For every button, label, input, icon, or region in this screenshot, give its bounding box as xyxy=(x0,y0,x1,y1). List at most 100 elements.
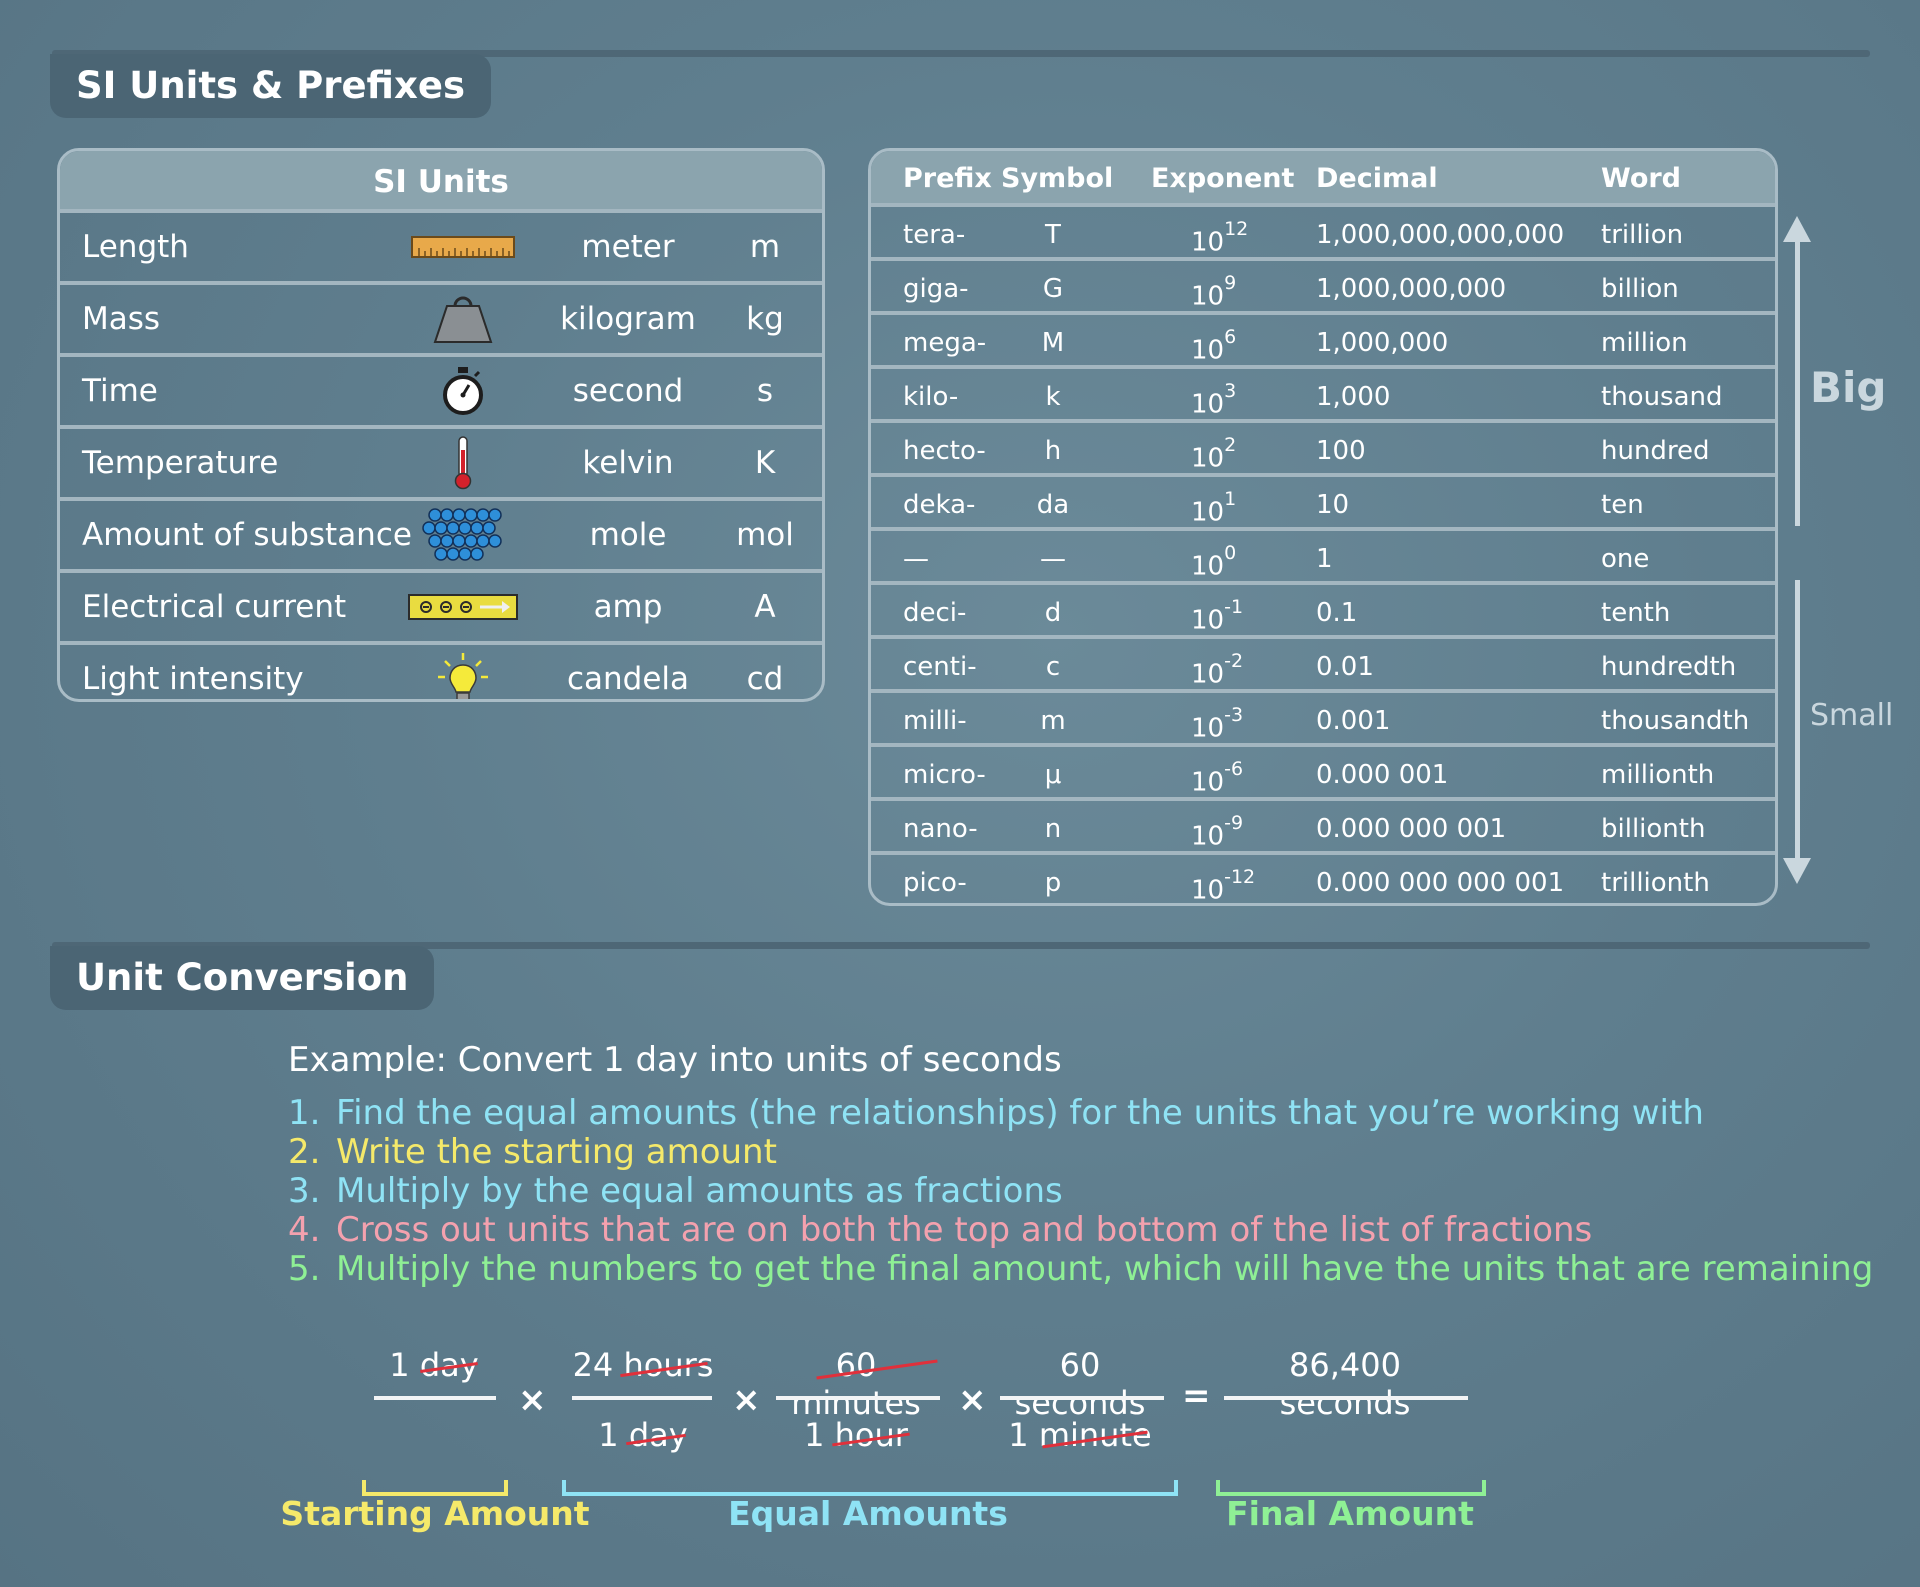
scale-line-up xyxy=(1795,240,1800,526)
quantity-name: Electrical current xyxy=(82,589,347,625)
prefix-word: million xyxy=(1601,328,1688,358)
unit-name: kilogram xyxy=(560,301,696,337)
prefix-word: trillion xyxy=(1601,220,1684,250)
table-row: — —100 1 one xyxy=(871,527,1775,582)
times-sign: × xyxy=(732,1380,761,1420)
scale-line-down xyxy=(1795,580,1800,862)
list-item: 4. Cross out units that are on both the t… xyxy=(288,1210,1593,1250)
prefix-table: Prefix Symbol Exponent Decimal Word tera… xyxy=(868,148,1778,906)
table-row: Temperature kelvin K xyxy=(60,425,822,497)
prefix-decimal: 0.000 000 000 001 xyxy=(1316,868,1565,898)
prefix-word: ten xyxy=(1601,490,1644,520)
prefix-symbol: T xyxy=(1045,220,1061,250)
table-row: deka-da 101 10 ten xyxy=(871,473,1775,528)
prefix-name: micro- xyxy=(903,760,986,790)
header-word: Word xyxy=(1601,163,1682,194)
starting-amount-label: Starting Amount xyxy=(280,1494,590,1533)
table-row: milli-m 10-3 0.001 thousandth xyxy=(871,689,1775,744)
fraction-1-denominator: 1 day xyxy=(598,1416,688,1454)
table-row: centi-c 10-2 0.01 hundredth xyxy=(871,635,1775,690)
prefix-name: milli- xyxy=(903,706,967,736)
prefix-decimal: 1,000,000 xyxy=(1316,328,1449,358)
prefix-decimal: 1 xyxy=(1316,544,1333,574)
light-bulb-icon xyxy=(398,645,528,699)
prefix-symbol: μ xyxy=(1044,760,1062,790)
list-item: 1. Find the equal amounts (the relationsh… xyxy=(288,1093,1704,1133)
unit-name: amp xyxy=(593,589,663,625)
prefix-word: hundredth xyxy=(1601,652,1737,682)
example-text: Example: Convert 1 day into units of sec… xyxy=(288,1040,1062,1080)
list-item: 3. Multiply by the equal amounts as fract… xyxy=(288,1171,1063,1211)
quantity-name: Length xyxy=(82,229,189,265)
final-amount-label: Final Amount xyxy=(1226,1494,1474,1533)
table-row: hecto-h 102 100 hundred xyxy=(871,419,1775,474)
prefix-decimal: 1,000,000,000,000 xyxy=(1316,220,1565,250)
prefix-symbol: da xyxy=(1036,490,1070,520)
prefix-name: — xyxy=(903,544,929,574)
fraction-3-numerator: 60 seconds xyxy=(1014,1346,1146,1422)
result-value: 86,400 seconds xyxy=(1279,1346,1411,1422)
ruler-icon xyxy=(398,213,528,281)
prefix-decimal: 1,000,000,000 xyxy=(1316,274,1507,304)
scale-big-label: Big xyxy=(1810,363,1887,412)
prefix-word: thousand xyxy=(1601,382,1723,412)
prefix-name: kilo- xyxy=(903,382,959,412)
header-symbol: Symbol xyxy=(1001,163,1114,194)
si-units-header: SI Units xyxy=(60,151,822,209)
prefix-symbol: M xyxy=(1041,328,1065,358)
prefix-word: hundred xyxy=(1601,436,1710,466)
weight-icon xyxy=(398,285,528,353)
table-row: mega- M 106 1,000,000 million xyxy=(871,311,1775,366)
fraction-bar xyxy=(776,1396,940,1400)
equal-amounts-label: Equal Amounts xyxy=(728,1494,1008,1533)
fraction-bar xyxy=(572,1396,712,1400)
table-row: pico-p 10-12 0.000 000 000 001 trillionth xyxy=(871,851,1775,903)
table-row: nano-n 10-9 0.000 000 001 billionth xyxy=(871,797,1775,852)
table-row: Time second s xyxy=(60,353,822,425)
thermometer-icon xyxy=(398,429,528,497)
prefix-symbol: k xyxy=(1045,382,1061,412)
prefix-word: one xyxy=(1601,544,1650,574)
table-row: Mass kilogram kg xyxy=(60,281,822,353)
table-row: Light intensity candela cd xyxy=(60,641,822,699)
conversion-section-title: Unit Conversion xyxy=(50,946,435,1010)
prefix-symbol: d xyxy=(1044,598,1062,628)
times-sign: × xyxy=(518,1380,547,1420)
quantity-name: Amount of substance xyxy=(82,517,412,553)
list-item: 2. Write the starting amount xyxy=(288,1132,777,1172)
prefix-decimal: 0.000 001 xyxy=(1316,760,1449,790)
times-sign: × xyxy=(958,1380,987,1420)
unit-symbol: m xyxy=(749,229,781,265)
molecules-icon xyxy=(398,501,528,569)
prefix-table-header: Prefix Symbol Exponent Decimal Word xyxy=(871,151,1775,203)
unit-symbol: A xyxy=(754,589,776,625)
prefix-decimal: 0.01 xyxy=(1316,652,1374,682)
quantity-name: Time xyxy=(82,373,158,409)
table-row: giga- G 109 1,000,000,000 billion xyxy=(871,257,1775,312)
table-row: Amount of substance mole mol xyxy=(60,497,822,569)
current-icon xyxy=(398,573,528,641)
prefix-decimal: 10 xyxy=(1316,490,1350,520)
prefix-decimal: 0.001 xyxy=(1316,706,1391,736)
prefix-name: deci- xyxy=(903,598,967,628)
si-units-table: SI Units Length meter m Mass kilogram kg… xyxy=(57,148,825,702)
prefix-word: thousandth xyxy=(1601,706,1750,736)
prefix-symbol: c xyxy=(1045,652,1061,682)
si-section-title: SI Units & Prefixes xyxy=(50,54,491,118)
prefix-word: tenth xyxy=(1601,598,1671,628)
prefix-name: tera- xyxy=(903,220,966,250)
prefix-symbol: h xyxy=(1044,436,1062,466)
prefix-decimal: 1,000 xyxy=(1316,382,1391,412)
unit-symbol: s xyxy=(756,373,774,409)
prefix-symbol: n xyxy=(1044,814,1062,844)
prefix-name: giga- xyxy=(903,274,969,304)
prefix-word: millionth xyxy=(1601,760,1715,790)
prefix-word: billion xyxy=(1601,274,1679,304)
prefix-symbol: G xyxy=(1042,274,1064,304)
prefix-symbol: p xyxy=(1044,868,1062,898)
header-prefix: Prefix xyxy=(903,163,992,194)
unit-symbol: kg xyxy=(746,301,784,337)
prefix-decimal: 0.000 000 001 xyxy=(1316,814,1507,844)
prefix-word: trillionth xyxy=(1601,868,1710,898)
quantity-name: Light intensity xyxy=(82,661,304,697)
